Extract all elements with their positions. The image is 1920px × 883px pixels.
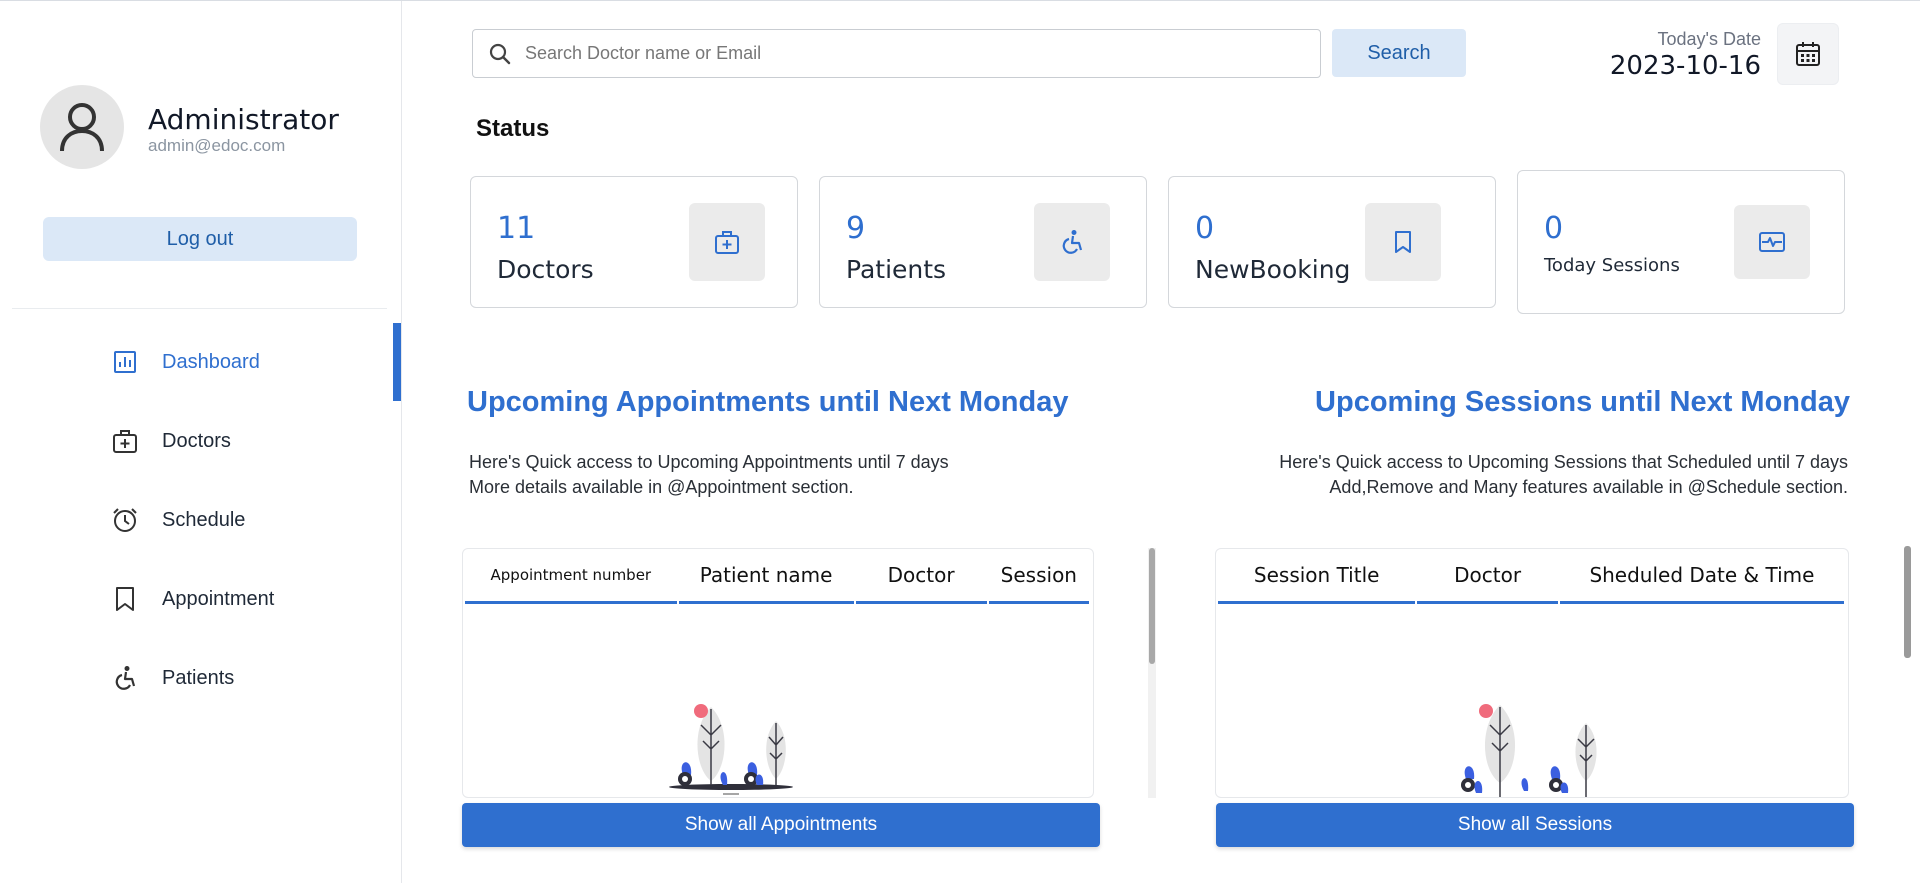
date-value: 2023-10-16: [1609, 51, 1761, 81]
appointments-description: Here's Quick access to Upcoming Appointm…: [469, 450, 949, 500]
stat-icon-box: [1365, 203, 1441, 281]
pulse-icon: [1759, 232, 1785, 252]
empty-state-illustration: [663, 699, 803, 797]
sidebar-item-appointment[interactable]: Appointment: [110, 579, 274, 619]
show-all-sessions-button[interactable]: Show all Sessions: [1216, 803, 1854, 847]
stat-label: Doctors: [497, 255, 594, 284]
sessions-title: Upcoming Sessions until Next Monday: [1315, 386, 1850, 418]
sidebar-item-label: Dashboard: [162, 350, 260, 373]
logout-button[interactable]: Log out: [43, 217, 357, 261]
column-header: Doctor: [855, 549, 987, 604]
wheelchair-icon: [110, 663, 140, 693]
sessions-table: Session Title Doctor Sheduled Date & Tim…: [1215, 548, 1849, 798]
sidebar-item-label: Patients: [162, 666, 235, 689]
page-scrollbar-thumb[interactable]: [1904, 546, 1911, 658]
medical-kit-icon: [110, 426, 140, 456]
column-header: Sheduled Date & Time: [1559, 549, 1844, 604]
alarm-clock-icon: [110, 505, 140, 535]
app-window: Administrator admin@edoc.com Log out Das…: [0, 0, 1920, 883]
appointments-table: Appointment number Patient name Doctor S…: [462, 548, 1094, 798]
appointments-title: Upcoming Appointments until Next Monday: [467, 386, 1069, 418]
stat-card-patients: 9 Patients: [819, 176, 1147, 308]
search-field[interactable]: [472, 29, 1321, 78]
column-header: Appointment number: [465, 549, 677, 604]
sessions-desc-line2: Add,Remove and Many features available i…: [1329, 477, 1848, 497]
sidebar-item-label: Schedule: [162, 508, 246, 531]
wheelchair-icon: [1062, 230, 1083, 254]
sidebar-item-schedule[interactable]: Schedule: [110, 500, 245, 540]
stat-icon-box: [689, 203, 765, 281]
sidebar-item-patients[interactable]: Patients: [110, 658, 234, 698]
stat-value: 0: [1544, 211, 1564, 246]
empty-state-illustration: [1456, 699, 1612, 797]
search-input[interactable]: [525, 43, 1285, 64]
stat-label: NewBooking: [1195, 255, 1351, 284]
user-name: Administrator: [148, 103, 339, 136]
status-title: Status: [476, 115, 550, 142]
user-email: admin@edoc.com: [148, 136, 286, 155]
calendar-icon: [1796, 42, 1820, 66]
user-icon: [60, 103, 104, 152]
bookmark-icon: [1395, 231, 1411, 253]
appointments-desc-line1: Here's Quick access to Upcoming Appointm…: [469, 452, 949, 472]
stat-card-doctors: 11 Doctors: [470, 176, 798, 308]
column-header: Session: [988, 549, 1089, 604]
calendar-button[interactable]: [1777, 23, 1839, 85]
search-icon: [489, 43, 511, 64]
stat-value: 9: [846, 211, 866, 246]
sessions-description: Here's Quick access to Upcoming Sessions…: [1279, 450, 1848, 500]
bookmark-icon: [110, 584, 140, 614]
date-label: Today's Date: [1657, 29, 1762, 49]
stat-card-today-sessions: 0 Today Sessions: [1517, 170, 1845, 314]
show-all-appointments-button[interactable]: Show all Appointments: [462, 803, 1100, 847]
sidebar-item-doctors[interactable]: Doctors: [110, 421, 231, 461]
avatar: [40, 85, 124, 169]
sidebar-item-label: Doctors: [162, 429, 231, 452]
column-header: Session Title: [1218, 549, 1416, 604]
active-indicator: [393, 323, 401, 401]
sidebar: Administrator admin@edoc.com Log out Das…: [0, 1, 402, 883]
medical-kit-icon: [715, 231, 739, 254]
search-button[interactable]: Search: [1332, 29, 1466, 77]
column-header: Doctor: [1417, 549, 1558, 604]
appointments-desc-line2: More details available in @Appointment s…: [469, 477, 854, 497]
table-scrollbar-thumb[interactable]: [1149, 548, 1155, 664]
sessions-desc-line1: Here's Quick access to Upcoming Sessions…: [1279, 452, 1848, 472]
stat-card-newbooking: 0 NewBooking: [1168, 176, 1496, 308]
dashboard-icon: [110, 347, 140, 377]
sidebar-item-label: Appointment: [162, 587, 275, 610]
table-header: Appointment number Patient name Doctor S…: [463, 549, 1093, 604]
sidebar-divider: [12, 308, 387, 309]
sidebar-item-dashboard[interactable]: Dashboard: [110, 342, 260, 382]
stat-icon-box: [1734, 205, 1810, 279]
stat-label: Today Sessions: [1544, 255, 1680, 276]
stat-value: 11: [497, 211, 536, 246]
stat-value: 0: [1195, 211, 1215, 246]
column-header: Patient name: [678, 549, 854, 604]
table-header: Session Title Doctor Sheduled Date & Tim…: [1216, 549, 1848, 604]
stat-label: Patients: [846, 255, 947, 284]
stat-icon-box: [1034, 203, 1110, 281]
